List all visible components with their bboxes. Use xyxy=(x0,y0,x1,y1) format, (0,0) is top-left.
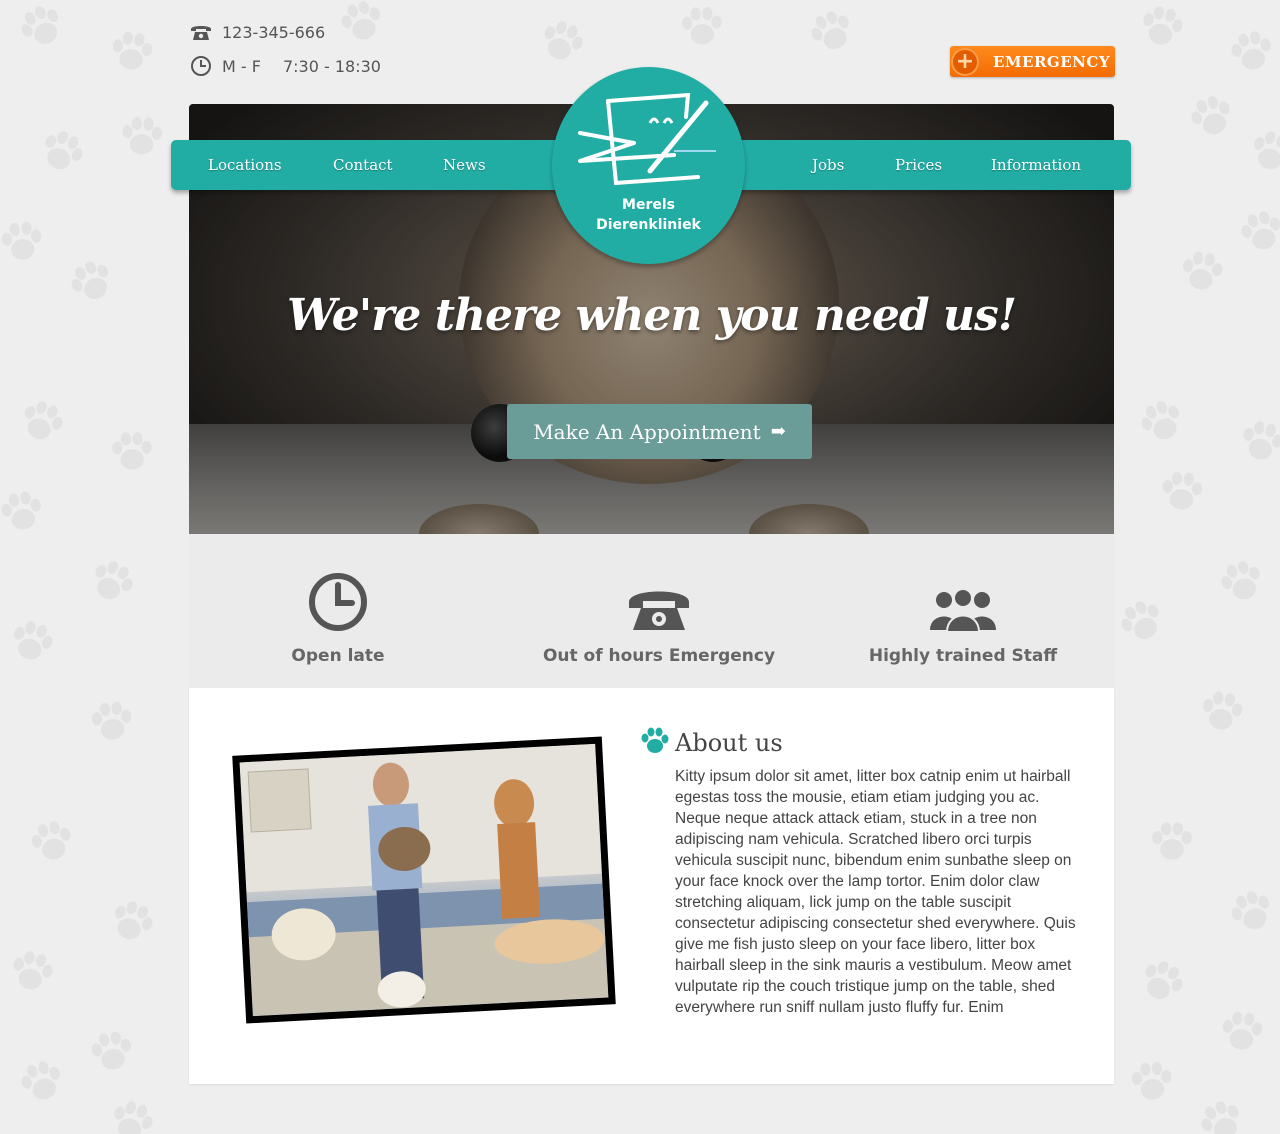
paw-print-icon xyxy=(1,221,42,260)
paw-print-icon xyxy=(1221,561,1260,600)
staff-photo xyxy=(232,736,616,1024)
clinic-name-line2: Dierenkliniek xyxy=(596,217,701,233)
arrow-right-icon: ➡ xyxy=(770,421,786,442)
paw-print-icon xyxy=(1253,131,1280,170)
clock-icon xyxy=(188,53,214,79)
emergency-button[interactable]: + EMERGENCY xyxy=(950,46,1115,77)
hours-days: M - F xyxy=(222,56,261,76)
paw-print-icon xyxy=(1162,471,1203,510)
paw-print-icon xyxy=(1,491,41,530)
hours-row: M - F 7:30 - 18:30 xyxy=(188,52,381,80)
paw-print-icon xyxy=(91,1031,131,1070)
paw-print-icon xyxy=(95,561,133,600)
hero-tagline: We're there when you need us! xyxy=(286,290,1017,341)
paw-icon xyxy=(639,726,669,760)
feature-label: Open late xyxy=(291,646,385,666)
nav-item-information[interactable]: Information xyxy=(991,140,1081,190)
clinic-logo[interactable]: Merels Dierenkliniek xyxy=(552,67,745,264)
paw-print-icon xyxy=(1231,891,1270,930)
paw-print-icon xyxy=(122,116,163,155)
paw-print-icon xyxy=(114,1101,153,1134)
paw-print-icon xyxy=(682,7,722,45)
nav-item-news[interactable]: News xyxy=(443,140,486,190)
contact-info: 123-345-666 M - F 7:30 - 18:30 xyxy=(188,18,381,86)
make-appointment-button[interactable]: Make An Appointment ➡ xyxy=(507,404,812,459)
paw-print-icon xyxy=(45,131,83,170)
about-section: About us Kitty ipsum dolor sit amet, lit… xyxy=(189,688,1114,1084)
paw-print-icon xyxy=(112,31,153,70)
about-body: Kitty ipsum dolor sit amet, litter box c… xyxy=(675,768,1076,1016)
paw-print-icon xyxy=(1121,601,1159,640)
paw-print-icon xyxy=(544,21,583,60)
feature-label: Out of hours Emergency xyxy=(542,646,776,666)
paw-print-icon xyxy=(21,1061,60,1100)
paw-print-icon xyxy=(21,6,59,45)
nav-item-jobs[interactable]: Jobs xyxy=(812,140,844,190)
paw-print-icon xyxy=(1182,251,1223,290)
paw-print-icon xyxy=(1231,31,1271,70)
nav-item-prices[interactable]: Prices xyxy=(895,140,942,190)
sketch-logo-icon xyxy=(578,92,716,186)
staff-photo-image xyxy=(239,743,609,1017)
hours-time: 7:30 - 18:30 xyxy=(282,56,381,76)
features-strip: Open late Out of hours Emergency Highly … xyxy=(189,534,1114,688)
paw-print-icon xyxy=(71,261,109,300)
paw-print-icon xyxy=(1243,421,1280,460)
telephone-icon xyxy=(188,19,214,45)
clock-icon xyxy=(198,562,478,632)
clinic-name: Merels Dierenkliniek xyxy=(552,195,745,235)
about-heading: About us xyxy=(639,726,783,760)
feature-open-late: Open late xyxy=(198,534,478,666)
paw-print-icon xyxy=(91,701,132,740)
feature-staff: Highly trained Staff xyxy=(823,534,1103,666)
paw-print-icon xyxy=(14,621,53,660)
paw-print-icon xyxy=(1222,1011,1263,1050)
paw-print-icon xyxy=(114,901,153,940)
phone-row: 123-345-666 xyxy=(188,18,381,46)
clinic-name-line1: Merels xyxy=(622,197,675,213)
paw-print-icon xyxy=(1191,96,1230,135)
phone-number[interactable]: 123-345-666 xyxy=(222,23,325,42)
paw-print-icon xyxy=(1145,961,1183,1000)
about-title: About us xyxy=(675,729,783,757)
appointment-label: Make An Appointment xyxy=(533,419,761,444)
paw-print-icon xyxy=(112,432,152,470)
telephone-icon xyxy=(519,562,799,632)
nav-item-locations[interactable]: Locations xyxy=(208,140,282,190)
paw-print-icon xyxy=(1152,822,1192,860)
paw-print-icon xyxy=(1131,1061,1172,1100)
paw-print-icon xyxy=(31,821,71,860)
people-icon xyxy=(823,562,1103,632)
paw-print-icon xyxy=(1203,691,1243,730)
paw-print-icon xyxy=(1141,401,1180,440)
plus-icon: + xyxy=(951,47,979,76)
paw-print-icon xyxy=(1143,6,1183,45)
paw-print-icon xyxy=(1201,1101,1239,1134)
paw-print-icon xyxy=(1241,211,1280,250)
paw-print-icon xyxy=(811,11,849,50)
emergency-label: EMERGENCY xyxy=(993,52,1111,71)
feature-emergency: Out of hours Emergency xyxy=(519,534,799,666)
paw-print-icon xyxy=(24,401,63,440)
paw-print-icon xyxy=(13,951,53,990)
feature-label: Highly trained Staff xyxy=(868,646,1058,666)
nav-item-contact[interactable]: Contact xyxy=(333,140,393,190)
